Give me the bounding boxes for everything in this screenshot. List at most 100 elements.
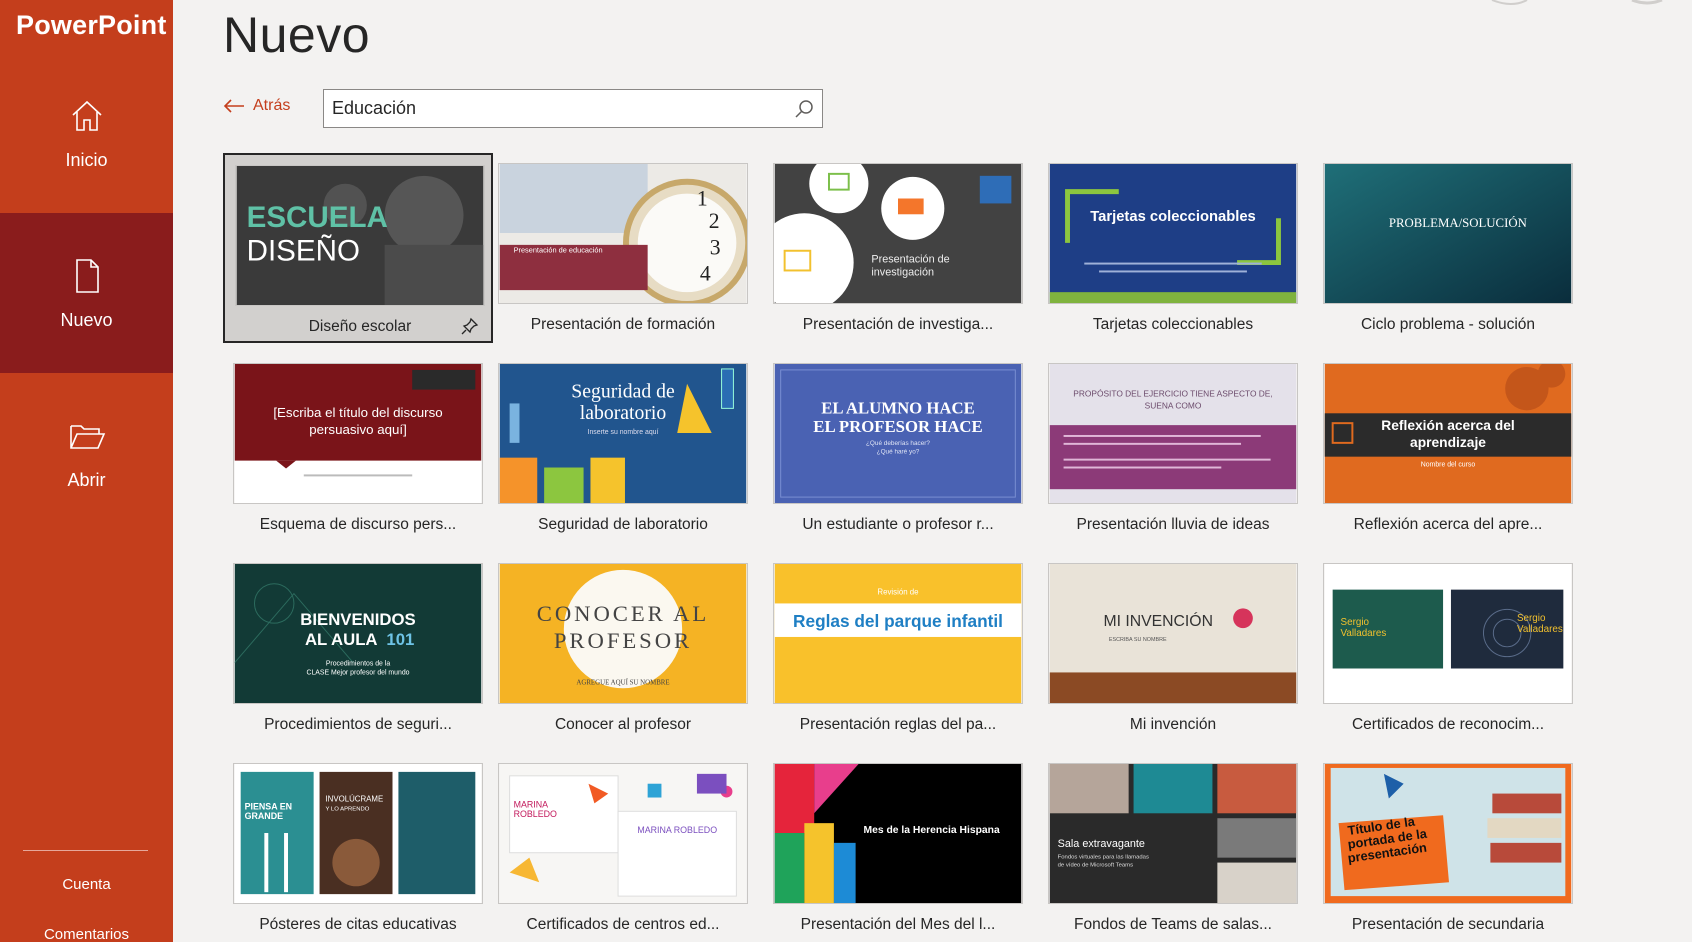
template-card[interactable]: PROBLEMA/SOLUCIÓN Ciclo problema - soluc…: [1313, 153, 1583, 343]
thumb-text: Valladares: [1517, 624, 1563, 635]
template-card[interactable]: PROPÓSITO DEL EJERCICIO TIENE ASPECTO DE…: [1038, 353, 1308, 543]
thumb-text: Y LO APRENDO: [325, 806, 369, 812]
folder-open-icon: [69, 424, 105, 449]
sidebar-link-account[interactable]: Cuenta: [0, 876, 173, 893]
thumb-text: Tarjetas coleccionables: [1090, 209, 1256, 225]
template-title: Fondos de Teams de salas...: [1074, 916, 1272, 933]
back-label: Atrás: [253, 97, 291, 114]
template-thumbnail: 1 2 3 4 Presentación de educación: [498, 163, 748, 304]
thumb-text: AGREGUE AQUÍ SU NOMBRE: [576, 678, 669, 686]
template-search-box: [323, 89, 823, 128]
template-title: Certificados de reconocim...: [1351, 716, 1545, 733]
template-title: Diseño escolar: [308, 318, 412, 335]
template-title: Conocer al profesor: [554, 716, 692, 733]
template-card[interactable]: PIENSA EN GRANDE INVOLÚCRAME Y LO APREND…: [223, 753, 493, 942]
thumb-text: Reflexión acerca del: [1381, 418, 1514, 433]
template-card[interactable]: Seguridad de laboratorio Inserte su nomb…: [488, 353, 758, 543]
thumb-text: CONOCER AL: [537, 601, 709, 626]
template-thumbnail: Seguridad de laboratorio Inserte su nomb…: [498, 363, 748, 504]
template-thumbnail: EL ALUMNO HACE EL PROFESOR HACE ¿Qué deb…: [773, 363, 1023, 504]
template-card[interactable]: Mes de la Herencia Hispana Presentación …: [763, 753, 1033, 942]
decorative-corner-graphic: [1491, 0, 1663, 5]
template-title: Presentación del Mes del l...: [800, 916, 996, 933]
sidebar-item-new[interactable]: Nuevo: [0, 213, 173, 373]
template-title: Procedimientos de seguri...: [264, 716, 452, 733]
template-card[interactable]: Tarjetas coleccionables Tarjetas colecci…: [1038, 153, 1308, 343]
template-thumbnail: Mes de la Herencia Hispana: [773, 763, 1023, 904]
thumb-text: Valladares: [1341, 628, 1387, 639]
template-card[interactable]: Título de la portada de la presentación …: [1313, 753, 1583, 942]
template-title: Esquema de discurso pers...: [259, 516, 457, 533]
template-card[interactable]: [Escriba el título del discurso persuasi…: [223, 353, 493, 543]
template-title: Presentación lluvia de ideas: [1076, 516, 1270, 533]
svg-text:2: 2: [709, 209, 720, 233]
template-card[interactable]: MI INVENCIÓN ESCRIBA SU NOMBRE Mi invenc…: [1038, 553, 1308, 743]
template-thumbnail: Tarjetas coleccionables: [1048, 163, 1298, 304]
template-title: Presentación reglas del pa...: [799, 716, 997, 733]
template-title: Ciclo problema - solución: [1360, 316, 1536, 333]
template-card[interactable]: Presentación de investigación Presentaci…: [763, 153, 1033, 343]
thumb-text: laboratorio: [580, 402, 667, 424]
template-thumbnail: BIENVENIDOS AL AULA 101 Procedimientos d…: [233, 563, 483, 704]
template-thumbnail: PROBLEMA/SOLUCIÓN: [1323, 163, 1573, 304]
sidebar-item-label: Inicio: [65, 149, 108, 170]
thumb-text: GRANDE: [245, 811, 283, 821]
template-title: Seguridad de laboratorio: [538, 516, 708, 533]
thumb-text: investigación: [871, 266, 934, 278]
sidebar-item-open[interactable]: Abrir: [0, 373, 173, 533]
thumb-text: AL AULA: [305, 630, 378, 649]
thumb-text: Nombre del curso: [1421, 462, 1476, 469]
sidebar-link-feedback[interactable]: Comentarios: [0, 926, 173, 942]
template-thumbnail: Título de la portada de la presentación: [1323, 763, 1573, 904]
thumb-text: MARINA: [514, 799, 549, 809]
thumb-text: persuasivo aquí]: [309, 422, 407, 437]
thumb-text: INVOLÚCRAME: [325, 794, 383, 803]
thumb-text: SUENA COMO: [1145, 400, 1202, 410]
back-button[interactable]: Atrás: [223, 97, 290, 115]
thumb-text: [Escriba el título del discurso: [273, 405, 442, 420]
thumb-text: CLASE Mejor profesor del mundo: [306, 669, 409, 676]
main-content: Nuevo Atrás ES: [173, 0, 1692, 942]
thumb-text: PIENSA EN: [245, 801, 292, 811]
template-thumbnail: Sala extravagante Fondos virtuales para …: [1048, 763, 1298, 904]
template-card[interactable]: EL ALUMNO HACE EL PROFESOR HACE ¿Qué deb…: [763, 353, 1033, 543]
template-thumbnail: Revisión de Reglas del parque infantil: [773, 563, 1023, 704]
thumb-text: Reglas del parque infantil: [793, 611, 1003, 631]
template-card[interactable]: CONOCER AL PROFESOR AGREGUE AQUÍ SU NOMB…: [488, 553, 758, 743]
template-card[interactable]: ESCUELA DISEÑO Diseño escolar: [223, 153, 493, 343]
template-title: Presentación de formación: [530, 316, 716, 333]
template-card[interactable]: Sergio Valladares Sergio Valladares Cert…: [1313, 553, 1583, 743]
thumb-text: Sala extravagante: [1058, 838, 1145, 850]
template-title: Mi invención: [1129, 716, 1217, 733]
thumb-text: ESCUELA: [247, 201, 388, 234]
thumb-text: Seguridad de: [571, 381, 675, 403]
template-title: Reflexión acerca del apre...: [1353, 516, 1543, 533]
search-icon[interactable]: [794, 99, 814, 119]
template-card[interactable]: Revisión de Reglas del parque infantil P…: [763, 553, 1033, 743]
thumb-text: PROBLEMA/SOLUCIÓN: [1389, 216, 1527, 230]
template-thumbnail: PROPÓSITO DEL EJERCICIO TIENE ASPECTO DE…: [1048, 363, 1298, 504]
template-card[interactable]: Reflexión acerca del aprendizaje Nombre …: [1313, 353, 1583, 543]
template-title: Presentación de investiga...: [802, 316, 994, 333]
template-card[interactable]: BIENVENIDOS AL AULA 101 Procedimientos d…: [223, 553, 493, 743]
thumb-text: ESCRIBA SU NOMBRE: [1109, 637, 1167, 643]
template-card[interactable]: MARINA ROBLEDO MARINA ROBLEDO Certificad…: [488, 753, 758, 942]
thumb-text: MI INVENCIÓN: [1103, 611, 1213, 630]
home-icon: [71, 100, 102, 131]
template-thumbnail: Presentación de investigación: [773, 163, 1023, 304]
template-title: Pósteres de citas educativas: [259, 916, 457, 933]
template-card[interactable]: Sala extravagante Fondos virtuales para …: [1038, 753, 1308, 942]
search-input[interactable]: [324, 90, 784, 127]
pin-icon[interactable]: [461, 317, 479, 335]
template-card[interactable]: 1 2 3 4 Presentación de educación Presen…: [488, 153, 758, 343]
sidebar-item-home[interactable]: Inicio: [0, 53, 173, 213]
thumb-text: Fondos virtuales para las llamadas: [1058, 855, 1149, 861]
template-thumbnail: MI INVENCIÓN ESCRIBA SU NOMBRE: [1048, 563, 1298, 704]
thumb-text: Inserte su nombre aquí: [588, 429, 659, 436]
template-thumbnail: Reflexión acerca del aprendizaje Nombre …: [1323, 363, 1573, 504]
thumb-text: ¿Qué deberías hacer?: [866, 440, 930, 447]
sidebar-item-label: Nuevo: [60, 309, 113, 330]
thumb-text: EL ALUMNO HACE: [821, 398, 975, 417]
template-title: Presentación de secundaria: [1351, 916, 1545, 933]
arrow-left-icon: [223, 99, 244, 113]
